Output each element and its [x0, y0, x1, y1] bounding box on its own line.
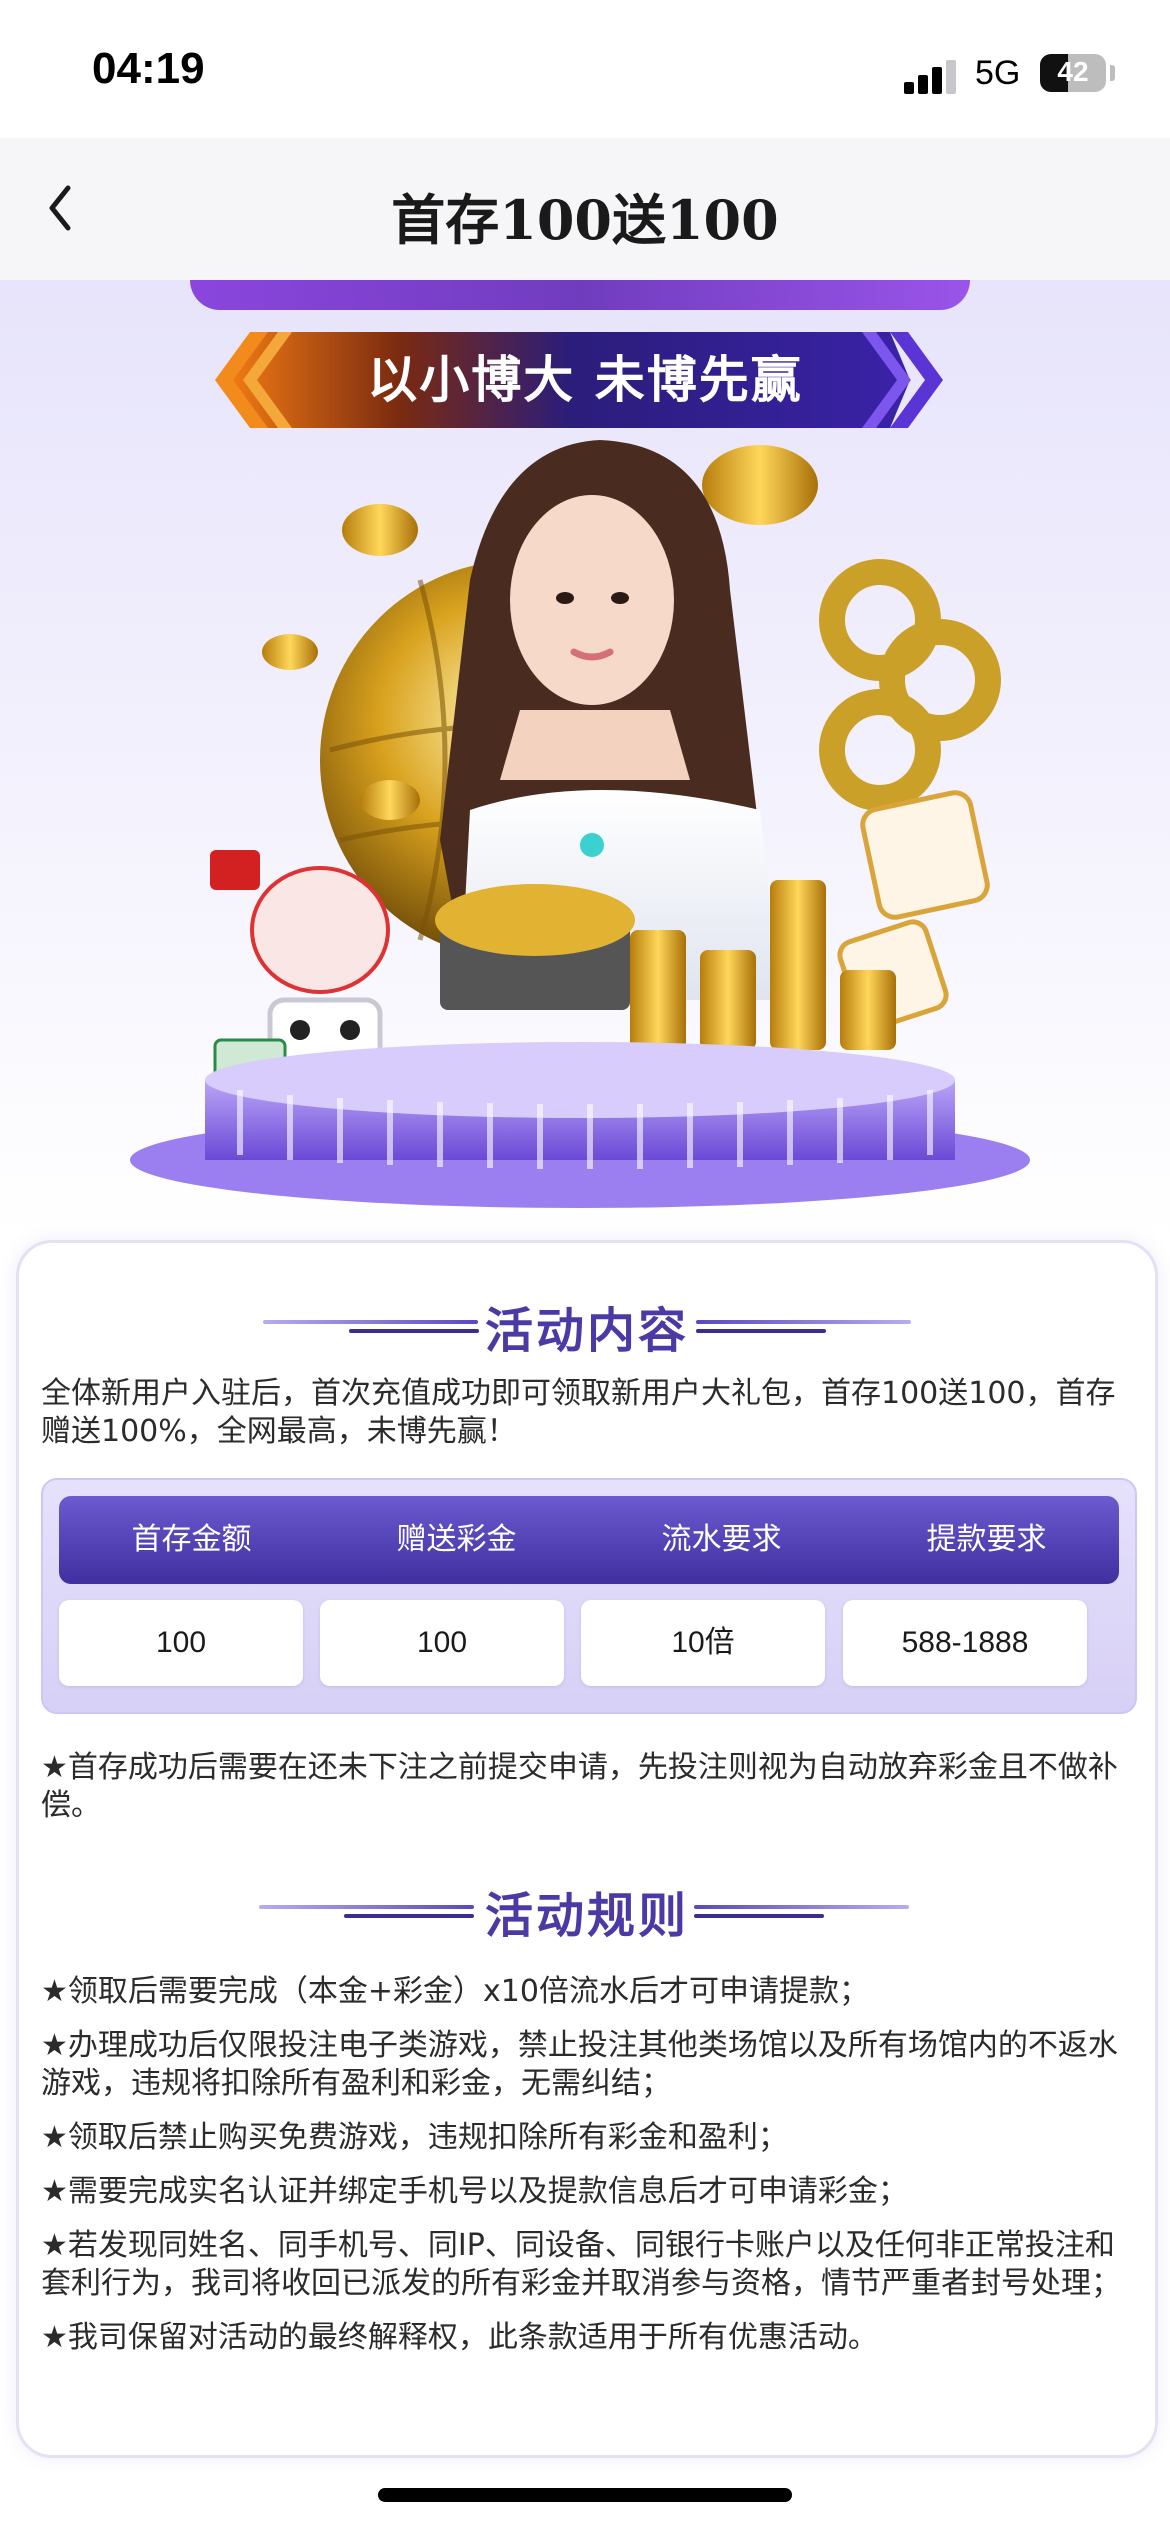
- promo-hero: 以小博大 未博先赢: [0, 280, 1170, 1240]
- cell-deposit: 100: [59, 1600, 303, 1686]
- header-deposit: 首存金额: [131, 1522, 252, 1557]
- table-header: 首存金额 赠送彩金 流水要求 提款要求: [59, 1496, 1119, 1584]
- battery-level: 42: [1057, 56, 1089, 87]
- home-indicator[interactable]: [378, 2488, 792, 2502]
- rules-list: ★领取后需要完成（本金+彩金）x10倍流水后才可申请提款； ★办理成功后仅限投注…: [41, 1973, 1136, 2373]
- cell-withdraw: 588-1888: [843, 1600, 1087, 1686]
- network-type: 5G: [975, 54, 1021, 92]
- status-bar: 04:19 5G 42: [0, 0, 1170, 138]
- hero-banner-text: 以小博大 未博先赢: [367, 351, 803, 409]
- rule-item: ★领取后禁止购买免费游戏，违规扣除所有彩金和盈利；: [41, 2120, 788, 2155]
- page-title: 首存100送100: [391, 188, 779, 252]
- section-title-rules: 活动规则: [484, 1888, 689, 1944]
- battery-icon: 42: [1040, 54, 1106, 92]
- promo-details-card: 活动内容 全体新用户入驻后，首次充值成功即可领取新用户大礼包，首存100送100…: [16, 1240, 1158, 2458]
- header-turnover: 流水要求: [661, 1522, 782, 1557]
- rule-item: ★办理成功后仅限投注电子类游戏，禁止投注其他类场馆以及所有场馆内的不返水游戏，违…: [41, 2028, 1118, 2101]
- header-withdraw: 提款要求: [926, 1522, 1047, 1557]
- rule-item: ★我司保留对活动的最终解释权，此条款适用于所有优惠活动。: [41, 2320, 878, 2355]
- nav-bar: 首存100送100: [0, 138, 1170, 281]
- rule-item: ★领取后需要完成（本金+彩金）x10倍流水后才可申请提款；: [41, 1974, 869, 2009]
- section-header-content: 活动内容: [19, 1283, 1155, 1363]
- header-bonus: 赠送彩金: [396, 1522, 517, 1557]
- status-time: 04:19: [92, 44, 205, 93]
- rule-item: ★需要完成实名认证并绑定手机号以及提款信息后才可申请彩金；: [41, 2174, 908, 2209]
- intro-text: 全体新用户入驻后，首次充值成功即可领取新用户大礼包，首存100送100，首存赠送…: [41, 1376, 1116, 1449]
- rule-item: ★若发现同姓名、同手机号、同IP、同设备、同银行卡账户以及任何非正常投注和套利行…: [41, 2228, 1121, 2301]
- note-text: ★首存成功后需要在还未下注之前提交申请，先投注则视为自动放弃彩金且不做补偿。: [41, 1750, 1118, 1823]
- cell-bonus: 100: [320, 1600, 564, 1686]
- bonus-table: 首存金额 赠送彩金 流水要求 提款要求 100 100 10倍 588-1888: [41, 1478, 1137, 1714]
- cell-turnover: 10倍: [581, 1600, 825, 1686]
- section-header-rules: 活动规则: [19, 1868, 1155, 1948]
- signal-icon: [904, 58, 958, 94]
- battery-tip: [1110, 65, 1115, 81]
- section-title-content: 活动内容: [484, 1303, 689, 1359]
